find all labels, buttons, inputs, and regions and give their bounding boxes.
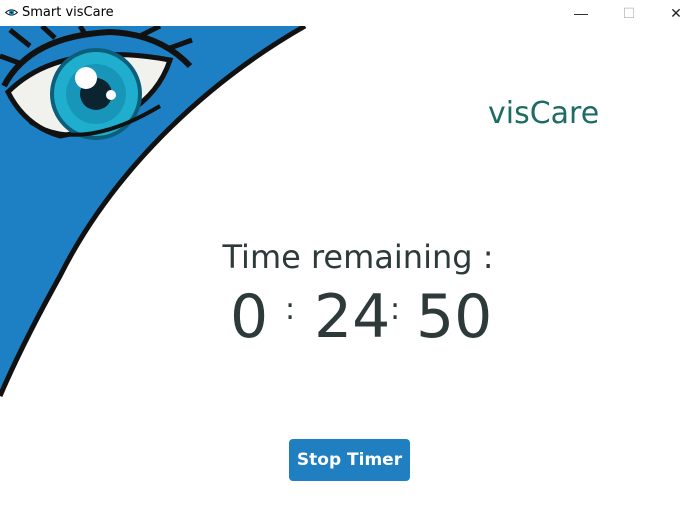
timer-seconds: 50 [416, 282, 493, 352]
stop-timer-button[interactable]: Stop Timer [289, 439, 410, 481]
minimize-button[interactable]: — [558, 0, 604, 26]
maximize-button[interactable]: ☐ [606, 0, 652, 26]
time-remaining-label: Time remaining : [222, 238, 494, 276]
timer-separator: : [390, 292, 401, 327]
timer-minutes: 24 [314, 282, 391, 352]
title-bar: Smart visCare — ☐ ✕ [0, 0, 700, 26]
brand-logo-text: visCare [488, 96, 600, 131]
app-eye-icon [5, 9, 18, 16]
window-title: Smart visCare [22, 5, 114, 20]
timer-separator: : [285, 292, 296, 327]
close-button[interactable]: ✕ [653, 0, 699, 26]
timer-hours: 0 [230, 282, 269, 352]
main-content: visCare Time remaining : 0 : 24 : 50 Sto… [0, 26, 700, 522]
